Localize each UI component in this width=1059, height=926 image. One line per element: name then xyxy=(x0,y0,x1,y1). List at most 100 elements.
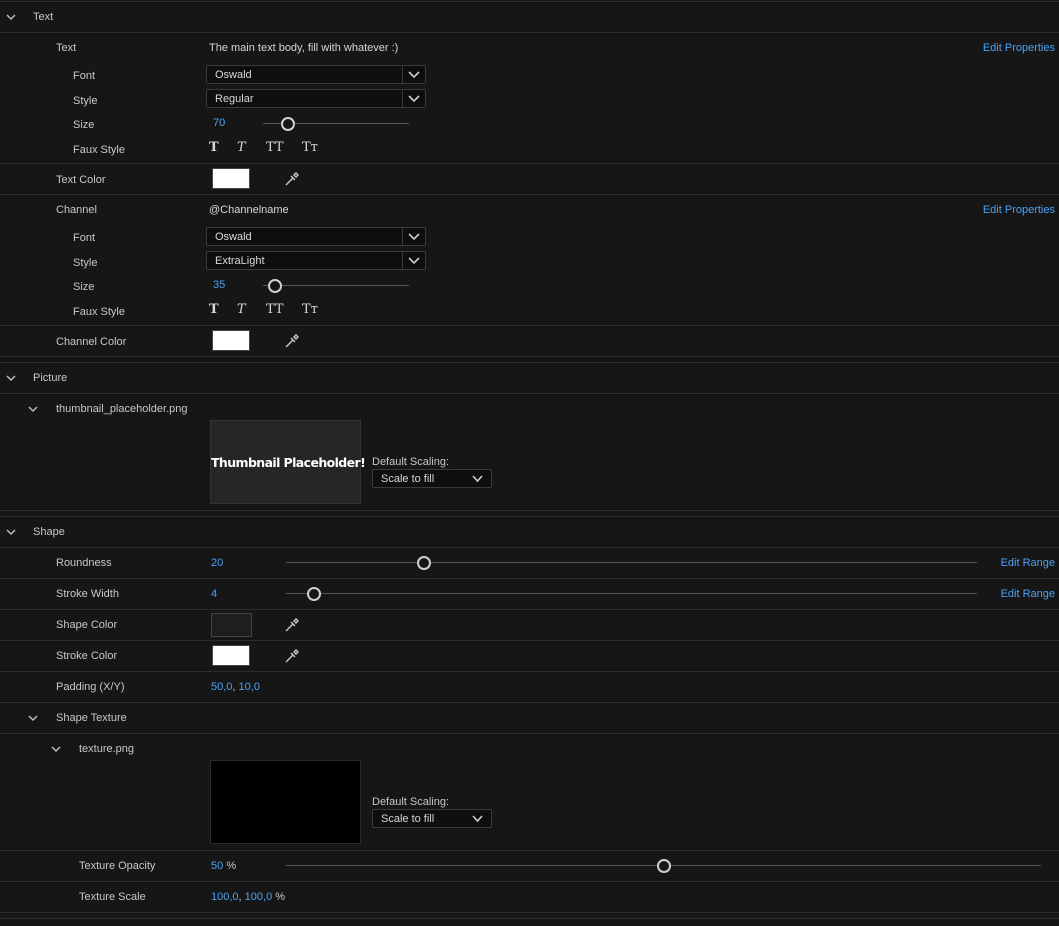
faux-italic-button[interactable]: T xyxy=(237,140,246,155)
slider-track[interactable] xyxy=(286,562,977,563)
faux-bold-button[interactable]: T xyxy=(209,302,219,317)
thumbnail-preview[interactable]: Thumbnail Placeholder! xyxy=(210,420,366,504)
channel-color-swatch[interactable] xyxy=(212,330,250,351)
slider-knob[interactable] xyxy=(306,587,321,601)
channel-property-group: Channel @Channelname Edit Properties Fon… xyxy=(0,195,1059,326)
shape-color-row: Shape Color xyxy=(0,610,1059,641)
size-value[interactable]: 35 xyxy=(213,279,225,291)
section-header-shape[interactable]: Shape xyxy=(0,517,1059,548)
chevron-down-icon[interactable] xyxy=(27,403,39,415)
chevron-down-icon[interactable] xyxy=(402,90,425,107)
style-dropdown[interactable]: Regular xyxy=(206,89,426,108)
eyedropper-icon[interactable] xyxy=(284,648,300,664)
size-slider[interactable] xyxy=(263,279,409,293)
text-label: Text xyxy=(56,42,77,54)
font-dropdown[interactable]: Oswald xyxy=(206,227,426,246)
slider-track[interactable] xyxy=(286,593,977,594)
slider-knob[interactable] xyxy=(417,556,432,570)
shape-texture-title: Shape Texture xyxy=(56,712,127,724)
chevron-down-icon[interactable] xyxy=(50,743,62,755)
percent-unit: % xyxy=(226,860,237,872)
channel-color-label: Channel Color xyxy=(56,336,127,348)
faux-smallcaps-button[interactable]: Tт xyxy=(302,140,318,155)
section-header-picture[interactable]: Picture xyxy=(0,363,1059,394)
stroke-color-label: Stroke Color xyxy=(56,650,118,662)
channel-color-row: Channel Color xyxy=(0,326,1059,357)
style-value: ExtraLight xyxy=(215,255,265,267)
faux-bold-button[interactable]: T xyxy=(209,140,219,155)
scaling-dropdown[interactable]: Scale to fill xyxy=(372,469,492,488)
texture-opacity-value[interactable]: 50 xyxy=(211,860,223,872)
size-value[interactable]: 70 xyxy=(213,117,225,129)
shape-texture-group-header[interactable]: Shape Texture xyxy=(0,703,1059,734)
style-value: Regular xyxy=(215,93,254,105)
chevron-down-icon[interactable] xyxy=(5,372,17,384)
eyedropper-icon[interactable] xyxy=(284,617,300,633)
shape-color-swatch[interactable] xyxy=(211,613,252,637)
texture-preview[interactable] xyxy=(210,760,361,844)
slider-track[interactable] xyxy=(263,285,409,286)
chevron-down-icon[interactable] xyxy=(5,11,17,23)
texture-opacity-row: Texture Opacity 50 % xyxy=(0,851,1059,882)
edit-range-link[interactable]: Edit Range xyxy=(1001,557,1055,569)
texture-opacity-slider[interactable] xyxy=(286,859,1041,873)
style-label: Style xyxy=(73,257,98,269)
stroke-width-slider[interactable] xyxy=(286,587,977,601)
slider-knob[interactable] xyxy=(267,279,282,293)
edit-properties-link[interactable]: Edit Properties xyxy=(983,42,1055,54)
padding-y-value[interactable]: 10,0 xyxy=(239,681,260,693)
roundness-label: Roundness xyxy=(56,557,112,569)
scaling-dropdown[interactable]: Scale to fill xyxy=(372,809,492,828)
chevron-down-icon xyxy=(472,475,483,483)
eyedropper-icon[interactable] xyxy=(284,333,300,349)
picture-file-name: thumbnail_placeholder.png xyxy=(56,403,188,415)
texture-scale-row: Texture Scale 100,0, 100,0 % xyxy=(0,882,1059,913)
picture-file-group: thumbnail_placeholder.png Thumbnail Plac… xyxy=(0,394,1059,511)
padding-label: Padding (X/Y) xyxy=(56,681,125,693)
texture-opacity-field: 50 % xyxy=(211,860,236,872)
roundness-value[interactable]: 20 xyxy=(211,557,223,569)
roundness-slider[interactable] xyxy=(286,556,977,570)
scaling-value: Scale to fill xyxy=(381,473,435,485)
texture-scale-x-value[interactable]: 100,0 xyxy=(211,891,239,903)
stroke-color-swatch[interactable] xyxy=(212,645,250,666)
size-label: Size xyxy=(73,119,95,131)
chevron-down-icon[interactable] xyxy=(402,252,425,269)
size-slider[interactable] xyxy=(263,117,409,131)
text-color-swatch[interactable] xyxy=(212,168,250,189)
stroke-width-value[interactable]: 4 xyxy=(211,588,217,600)
channel-value[interactable]: @Channelname xyxy=(209,204,289,216)
texture-scale-values: 100,0, 100,0 % xyxy=(211,891,285,903)
faux-allcaps-button[interactable]: TT xyxy=(266,302,284,317)
faux-allcaps-button[interactable]: TT xyxy=(266,140,284,155)
thumbnail-text: Thumbnail Placeholder! xyxy=(211,455,366,470)
section-header-text[interactable]: Text xyxy=(0,2,1059,33)
style-label: Style xyxy=(73,95,98,107)
slider-knob[interactable] xyxy=(656,859,671,873)
text-value[interactable]: The main text body, fill with whatever :… xyxy=(209,42,398,54)
chevron-down-icon[interactable] xyxy=(402,66,425,83)
font-value: Oswald xyxy=(215,231,252,243)
chevron-down-icon[interactable] xyxy=(402,228,425,245)
size-label: Size xyxy=(73,281,95,293)
slider-knob[interactable] xyxy=(280,117,295,131)
faux-smallcaps-button[interactable]: Tт xyxy=(302,302,318,317)
scaling-value: Scale to fill xyxy=(381,813,435,825)
section-title: Text xyxy=(33,11,54,23)
stroke-color-row: Stroke Color xyxy=(0,641,1059,672)
padding-x-value[interactable]: 50,0 xyxy=(211,681,232,693)
default-scaling-label: Default Scaling: xyxy=(372,796,450,808)
texture-file-name: texture.png xyxy=(79,743,135,755)
edit-properties-link[interactable]: Edit Properties xyxy=(983,204,1055,216)
chevron-down-icon[interactable] xyxy=(5,526,17,538)
edit-range-link[interactable]: Edit Range xyxy=(1001,588,1055,600)
texture-scale-y-value[interactable]: 100,0 xyxy=(245,891,273,903)
channel-label: Channel xyxy=(56,204,97,216)
eyedropper-icon[interactable] xyxy=(284,171,300,187)
chevron-down-icon[interactable] xyxy=(27,712,39,724)
style-dropdown[interactable]: ExtraLight xyxy=(206,251,426,270)
faux-italic-button[interactable]: T xyxy=(237,302,246,317)
font-dropdown[interactable]: Oswald xyxy=(206,65,426,84)
section-title: Picture xyxy=(33,372,68,384)
faux-style-label: Faux Style xyxy=(73,306,125,318)
